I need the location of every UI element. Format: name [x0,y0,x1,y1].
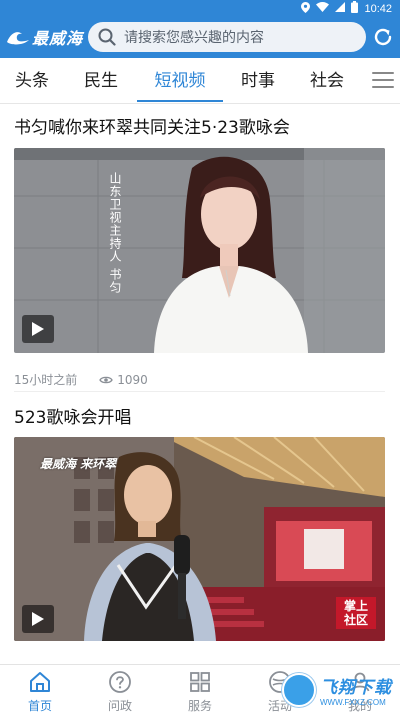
community-badge: 掌上社区 [336,597,376,629]
site-watermark: 飞翔下载 WWW.FXXZ.COM [282,670,394,710]
battery-icon [351,1,359,16]
video-frame-host [14,148,385,353]
play-button[interactable] [22,605,54,633]
search-placeholder: 请搜索您感兴趣的内容 [124,30,264,46]
article-title[interactable]: 523歌咏会开唱 [14,403,131,428]
location-icon [301,1,311,16]
nav-inquiry-label: 问政 [107,699,132,713]
app-logo[interactable]: 最威海 [6,25,86,49]
host-caption: 山东卫视主持人 书匀 [108,172,122,294]
status-bar: 10:42 [0,0,400,16]
status-time: 10:42 [364,2,392,15]
feed-divider [14,391,385,392]
signal-icon [335,2,346,15]
nav-service[interactable]: 服务 [160,665,240,714]
active-tab-indicator [137,100,223,102]
grid-icon [190,672,210,692]
nav-inquiry[interactable]: 问政 [80,665,160,714]
article-meta: 15小时之前 1090 [14,371,148,388]
view-count: 1090 [99,373,148,387]
watermark-logo-icon [282,673,316,707]
category-tabs: 头条 民生 短视频 时事 社会 [0,58,400,104]
play-icon [32,612,44,626]
tab-livelihood[interactable]: 民生 [75,58,127,104]
tab-society[interactable]: 社会 [301,58,353,104]
refresh-icon[interactable] [372,26,394,48]
app-header: 最威海 请搜索您感兴趣的内容 [0,16,400,58]
eye-icon [99,376,114,383]
wave-logo-icon [7,32,29,45]
play-icon [32,322,44,336]
video-thumbnail[interactable]: 山东卫视主持人 书匀 [14,148,385,353]
question-icon [109,671,131,693]
play-button[interactable] [22,315,54,343]
nav-home[interactable]: 首页 [0,665,80,714]
tab-current-affairs[interactable]: 时事 [232,58,284,104]
wifi-icon [316,2,330,15]
logo-text: 最威海 [32,29,84,48]
search-input[interactable]: 请搜索您感兴趣的内容 [88,22,366,52]
search-icon [98,28,116,46]
tab-short-video[interactable]: 短视频 [137,58,223,104]
tab-headlines[interactable]: 头条 [6,58,58,104]
menu-icon[interactable] [372,72,394,90]
article-title[interactable]: 书匀喊你来环翠共同关注5·23歌咏会 [14,113,290,138]
channel-logo-overlay: 最威海 来环翠 [40,457,117,471]
video-thumbnail[interactable]: 最威海 来环翠 掌上社区 [14,437,385,641]
watermark-text: 飞翔下载 [320,678,392,698]
view-count-value: 1090 [117,372,148,387]
community-badge-text: 掌上社区 [343,599,368,627]
nav-service-label: 服务 [187,699,212,713]
home-icon [30,672,50,692]
watermark-url: WWW.FXXZ.COM [320,698,386,707]
nav-home-label: 首页 [27,699,52,713]
publish-time: 15小时之前 [14,373,78,387]
